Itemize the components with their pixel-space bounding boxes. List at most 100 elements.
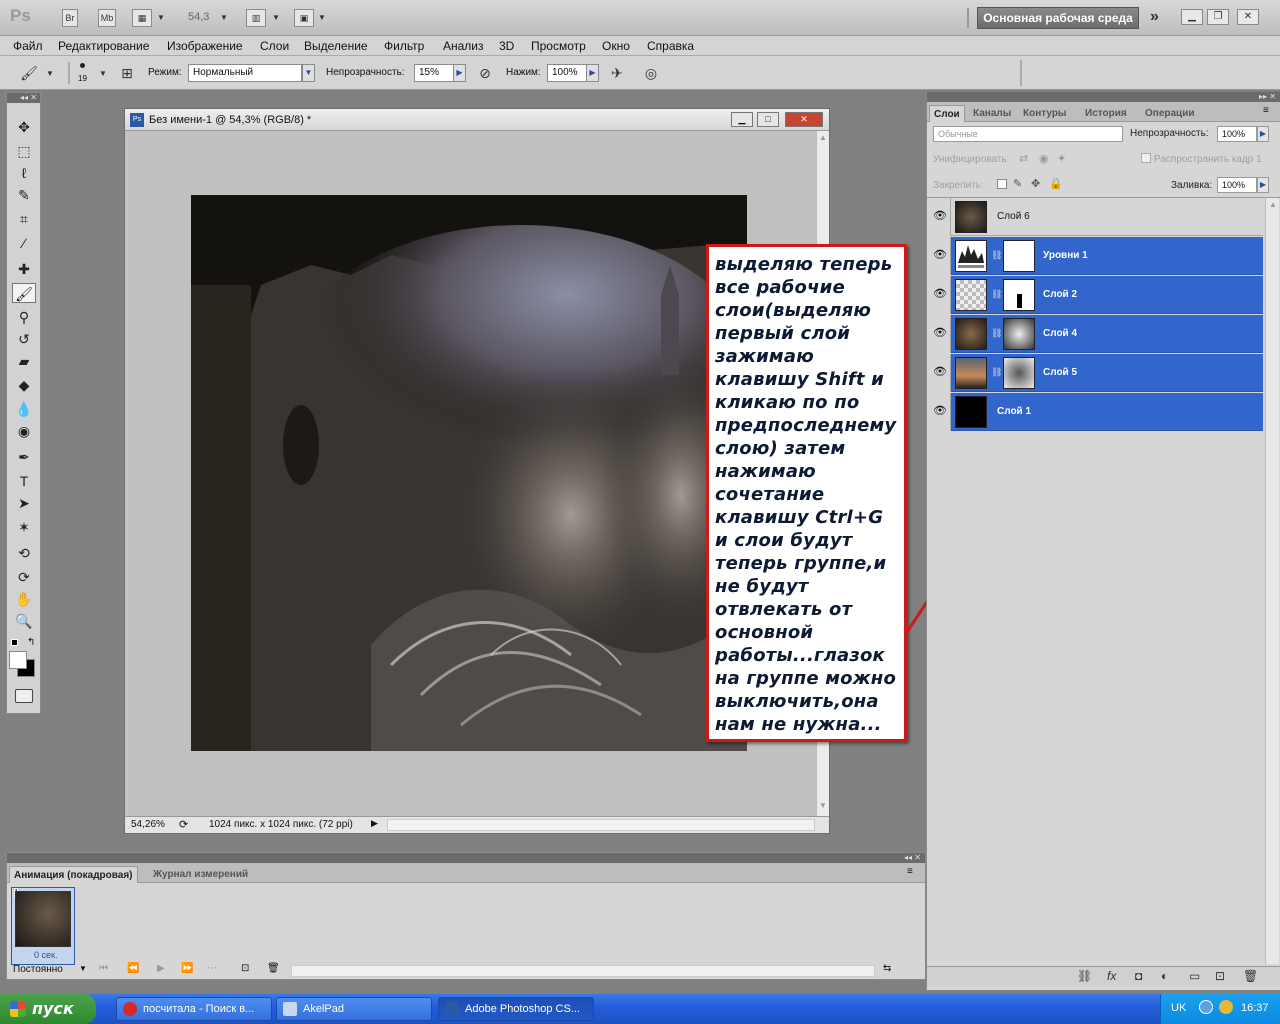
propagate-frame-checkbox[interactable] [1141,153,1151,163]
layer-row[interactable]: 👁 Слой 1 [929,393,1263,431]
menu-item-filter[interactable]: Фильтр [384,39,424,53]
panel-collapse-icon[interactable]: ◂◂ ✕ [7,93,40,103]
layer-row[interactable]: 👁 Слой 6 [929,198,1263,236]
layers-scrollbar[interactable]: ▲ [1265,198,1279,964]
eye-icon[interactable]: 👁 [933,327,947,339]
brush-tool-icon[interactable]: 🖌 [12,283,36,303]
taskbar-item-photoshop[interactable]: Adobe Photoshop CS... [438,997,594,1021]
lock-all-icon[interactable]: 🔒 [1049,177,1063,190]
layer-visibility-toggle[interactable]: 👁 [929,237,951,275]
zoom-level-field[interactable]: 54,3 [188,11,209,23]
lasso-tool-icon[interactable]: ℓ [12,163,36,183]
workspace-switcher-button[interactable]: Основная рабочая среда [977,7,1139,29]
panel-menu-icon[interactable]: ≡ [907,866,913,877]
frame-delay[interactable]: 0 сек. [34,950,57,960]
screen-mode-icon[interactable]: ▣ [294,9,314,27]
layer-visibility-toggle[interactable]: 👁 [929,198,951,236]
3d-rotate-tool-icon[interactable]: ⟲ [12,543,36,563]
delete-frame-icon[interactable]: 🗑 [267,963,280,974]
swap-colors-icon[interactable]: ↰ [27,637,35,648]
menu-item-image[interactable]: Изображение [167,39,243,53]
layer-style-icon[interactable]: fx [1107,969,1116,983]
unify-position-icon[interactable]: ⇄ [1019,152,1028,165]
blend-mode-select[interactable]: Нормальный [188,64,302,82]
document-title-bar[interactable]: Ps Без имени-1 @ 54,3% (RGB/8) * ▁ □ ✕ [125,109,829,131]
status-refresh-icon[interactable]: ⟳ [179,818,188,831]
shape-tool-icon[interactable]: ✶ [12,517,36,537]
blur-tool-icon[interactable]: 💧 [12,399,36,419]
airbrush-icon[interactable]: ✈ [606,63,628,83]
layer-mask-thumbnail[interactable] [1003,318,1035,350]
dodge-tool-icon[interactable]: ◉ [12,421,36,441]
layer-visibility-toggle[interactable]: 👁 [929,315,951,353]
start-button[interactable]: пуск [0,994,96,1024]
chevron-right-icon[interactable]: ▶ [1257,177,1269,193]
layer-opacity-input[interactable]: 100% [1217,126,1257,142]
delete-layer-icon[interactable]: 🗑 [1243,969,1258,983]
clock[interactable]: 16:37 [1241,1002,1269,1014]
view-extras-icon[interactable]: ▦ [132,9,152,27]
restore-button[interactable]: ❐ [1207,9,1229,25]
chevron-down-icon[interactable]: ▼ [272,13,280,22]
menu-item-view[interactable]: Просмотр [531,39,586,53]
lock-position-icon[interactable]: ✥ [1031,177,1040,190]
next-frame-icon[interactable]: ⏩ [181,963,193,974]
previous-frame-icon[interactable]: ⏪ [127,963,139,974]
eye-icon[interactable]: 👁 [933,366,947,378]
foreground-color-swatch[interactable] [9,651,27,669]
brush-tip-icon[interactable] [80,63,85,68]
maximize-button[interactable]: □ [757,112,779,127]
eye-icon[interactable]: 👁 [933,249,947,261]
layer-row[interactable]: 👁 ⛓ Слой 2 [929,276,1263,314]
panel-menu-icon[interactable]: ≡ [1263,105,1269,116]
mini-bridge-button[interactable]: Mb [98,9,116,27]
tab-history[interactable]: История [1081,105,1131,122]
taskbar-item-opera[interactable]: посчитала - Поиск в... [116,997,272,1021]
layer-mask-thumbnail[interactable] [1003,279,1035,311]
unify-style-icon[interactable]: ✦ [1057,152,1066,165]
bridge-button[interactable]: Br [62,9,78,27]
chevron-right-icon[interactable]: ▶ [1257,126,1269,142]
menu-item-3d[interactable]: 3D [499,39,514,53]
eye-icon[interactable]: 👁 [933,288,947,300]
layer-row[interactable]: 👁 ⛓ Слой 4 [929,315,1263,353]
type-tool-icon[interactable]: T [12,471,36,491]
layer-row[interactable]: 👁 ⛓ Уровни 1 [929,237,1263,275]
tween-icon[interactable]: ⋯ [207,963,217,974]
chevron-down-icon[interactable]: ▼ [46,69,54,78]
convert-to-timeline-icon[interactable]: ⇆ [883,963,891,974]
history-brush-tool-icon[interactable]: ↺ [12,329,36,349]
brush-tool-preset-icon[interactable]: 🖌 [18,63,40,83]
hand-tool-icon[interactable]: ✋ [12,589,36,609]
eyedropper-tool-icon[interactable]: ⁄ [12,233,36,253]
link-chain-icon[interactable]: ⛓ [991,250,1002,261]
duplicate-frame-icon[interactable]: ⊡ [241,963,249,974]
layer-mask-thumbnail[interactable] [1003,357,1035,389]
quick-selection-tool-icon[interactable]: ✎ [12,185,36,205]
new-layer-icon[interactable]: ⊡ [1215,969,1225,983]
add-mask-icon[interactable]: ◘ [1135,969,1142,983]
eye-icon[interactable]: 👁 [933,405,947,417]
menu-item-file[interactable]: Файл [13,39,43,53]
frames-scrollbar[interactable] [291,965,875,977]
brush-panel-toggle-icon[interactable]: ⊞ [116,63,138,83]
loop-options-select[interactable]: Постоянно [13,964,63,975]
healing-brush-tool-icon[interactable]: ✚ [12,259,36,279]
link-chain-icon[interactable]: ⛓ [991,328,1002,339]
layer-visibility-toggle[interactable]: 👁 [929,393,951,431]
link-chain-icon[interactable]: ⛓ [991,289,1002,300]
scroll-down-icon[interactable]: ▼ [819,801,827,810]
scroll-up-icon[interactable]: ▲ [1269,200,1277,209]
menu-item-window[interactable]: Окно [602,39,630,53]
paint-bucket-tool-icon[interactable]: ◆ [12,375,36,395]
scroll-up-icon[interactable]: ▲ [819,133,827,142]
minimize-button[interactable]: ▁ [1181,9,1203,25]
tray-app-icon[interactable] [1219,1000,1233,1014]
link-chain-icon[interactable]: ⛓ [991,367,1002,378]
chevron-down-icon[interactable]: ▼ [79,964,87,973]
network-icon[interactable] [1199,1000,1213,1014]
quick-mask-icon[interactable] [15,689,33,703]
layer-visibility-toggle[interactable]: 👁 [929,276,951,314]
menu-item-edit[interactable]: Редактирование [58,39,149,53]
chevron-down-icon[interactable]: ▼ [220,13,228,22]
